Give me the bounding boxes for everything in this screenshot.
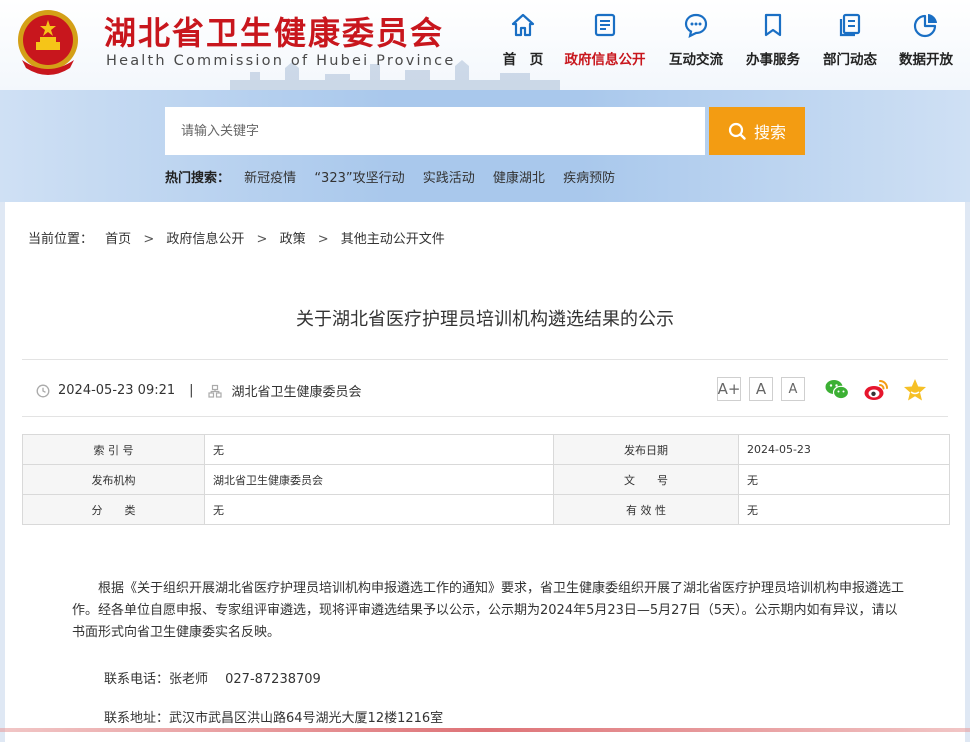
publish-datetime: 2024-05-23 09:21 bbox=[58, 383, 176, 398]
site-header: 湖北省卫生健康委员会 Health Commission of Hubei Pr… bbox=[0, 0, 970, 90]
hot-search-link[interactable]: 新冠疫情 bbox=[244, 171, 296, 186]
breadcrumb-separator: > bbox=[317, 232, 329, 247]
search-button-label: 搜索 bbox=[753, 123, 786, 142]
bottom-accent-line bbox=[0, 728, 970, 732]
contact-address: 联系地址：武汉市武昌区洪山路64号湖光大厦12楼1216室 bbox=[104, 711, 444, 726]
font-increase-button[interactable]: A+ bbox=[717, 377, 741, 401]
bookmark-icon bbox=[764, 13, 782, 37]
document-list-icon bbox=[594, 13, 616, 37]
breadcrumb-item[interactable]: 政府信息公开 bbox=[166, 232, 244, 247]
chat-bubble-icon bbox=[684, 13, 708, 38]
article-body: 根据《关于组织开展湖北省医疗护理员培训机构申报遴选工作的通知》要求，省卫生健康委… bbox=[72, 578, 904, 644]
hot-search-link[interactable]: 疾病预防 bbox=[563, 171, 615, 186]
search-input[interactable] bbox=[165, 107, 705, 155]
article-title: 关于湖北省医疗护理员培训机构遴选结果的公示 bbox=[296, 309, 674, 330]
info-value: 无 bbox=[204, 494, 554, 525]
article-meta: 2024-05-23 09:21 | 湖北省卫生健康委员会 bbox=[36, 381, 362, 400]
hot-search-link[interactable]: 健康湖北 bbox=[493, 171, 545, 186]
search-icon bbox=[728, 122, 746, 140]
info-value: 无 bbox=[738, 464, 950, 495]
meta-separator: | bbox=[189, 383, 194, 398]
weibo-icon[interactable] bbox=[863, 377, 889, 403]
breadcrumb-separator: > bbox=[256, 232, 268, 247]
breadcrumb-item[interactable]: 首页 bbox=[105, 232, 131, 247]
article-paragraph: 根据《关于组织开展湖北省医疗护理员培训机构申报遴选工作的通知》要求，省卫生健康委… bbox=[72, 581, 905, 640]
document-info-table: 索 引 号 无 发布日期 2024-05-23 发布机构 湖北省卫生健康委员会 … bbox=[22, 434, 950, 525]
hot-search-label: 热门搜索： bbox=[165, 171, 231, 186]
favorite-star-icon[interactable] bbox=[902, 377, 928, 403]
info-key: 发布日期 bbox=[553, 434, 739, 465]
home-icon bbox=[511, 13, 535, 37]
hot-search: 热门搜索： 新冠疫情 “323”攻坚行动 实践活动 健康湖北 疾病预防 bbox=[165, 167, 629, 186]
pie-chart-icon bbox=[913, 14, 937, 38]
breadcrumb-label: 当前位置： bbox=[28, 232, 94, 247]
contact-phone: 联系电话：张老师 027-87238709 bbox=[104, 672, 321, 687]
table-row: 发布机构 湖北省卫生健康委员会 文 号 无 bbox=[22, 464, 950, 495]
wechat-icon[interactable] bbox=[824, 377, 850, 403]
clock-icon bbox=[36, 384, 50, 397]
breadcrumb: 当前位置： 首页 > 政府信息公开 > 政策 > 其他主动公开文件 bbox=[28, 228, 445, 247]
search-button[interactable]: 搜索 bbox=[709, 107, 805, 155]
nav-label: 数据开放 bbox=[899, 52, 953, 68]
breadcrumb-separator: > bbox=[143, 232, 155, 247]
divider bbox=[22, 416, 948, 417]
national-emblem-logo bbox=[18, 10, 78, 75]
nav-label: 首 页 bbox=[502, 52, 544, 68]
font-decrease-button[interactable]: A bbox=[781, 377, 805, 401]
info-key: 文 号 bbox=[553, 464, 739, 495]
info-key: 有 效 性 bbox=[553, 494, 739, 525]
breadcrumb-item[interactable]: 其他主动公开文件 bbox=[341, 232, 445, 247]
organization-icon bbox=[207, 384, 222, 398]
info-value: 2024-05-23 bbox=[738, 434, 950, 465]
nav-item-open-data[interactable]: 数据开放 bbox=[880, 6, 970, 76]
hot-search-link[interactable]: “323”攻坚行动 bbox=[314, 171, 404, 186]
font-default-button[interactable]: A bbox=[749, 377, 773, 401]
breadcrumb-item[interactable]: 政策 bbox=[280, 232, 306, 247]
info-value: 无 bbox=[738, 494, 950, 525]
info-value: 无 bbox=[204, 434, 554, 465]
divider bbox=[22, 359, 948, 360]
info-key: 发布机构 bbox=[22, 464, 205, 495]
site-title: 湖北省卫生健康委员会 bbox=[104, 14, 445, 52]
site-title-english: Health Commission of Hubei Province bbox=[106, 53, 456, 69]
nav-item-gov-info[interactable]: 政府信息公开 bbox=[559, 6, 651, 76]
info-value: 湖北省卫生健康委员会 bbox=[204, 464, 554, 495]
info-key: 索 引 号 bbox=[22, 434, 205, 465]
table-row: 索 引 号 无 发布日期 2024-05-23 bbox=[22, 434, 950, 465]
publisher: 湖北省卫生健康委员会 bbox=[231, 385, 362, 400]
nav-label: 政府信息公开 bbox=[564, 52, 646, 68]
hot-search-link[interactable]: 实践活动 bbox=[423, 171, 475, 186]
news-pages-icon bbox=[839, 13, 861, 37]
info-key: 分 类 bbox=[22, 494, 205, 525]
nav-item-home[interactable]: 首 页 bbox=[477, 6, 569, 76]
table-row: 分 类 无 有 效 性 无 bbox=[22, 494, 950, 525]
